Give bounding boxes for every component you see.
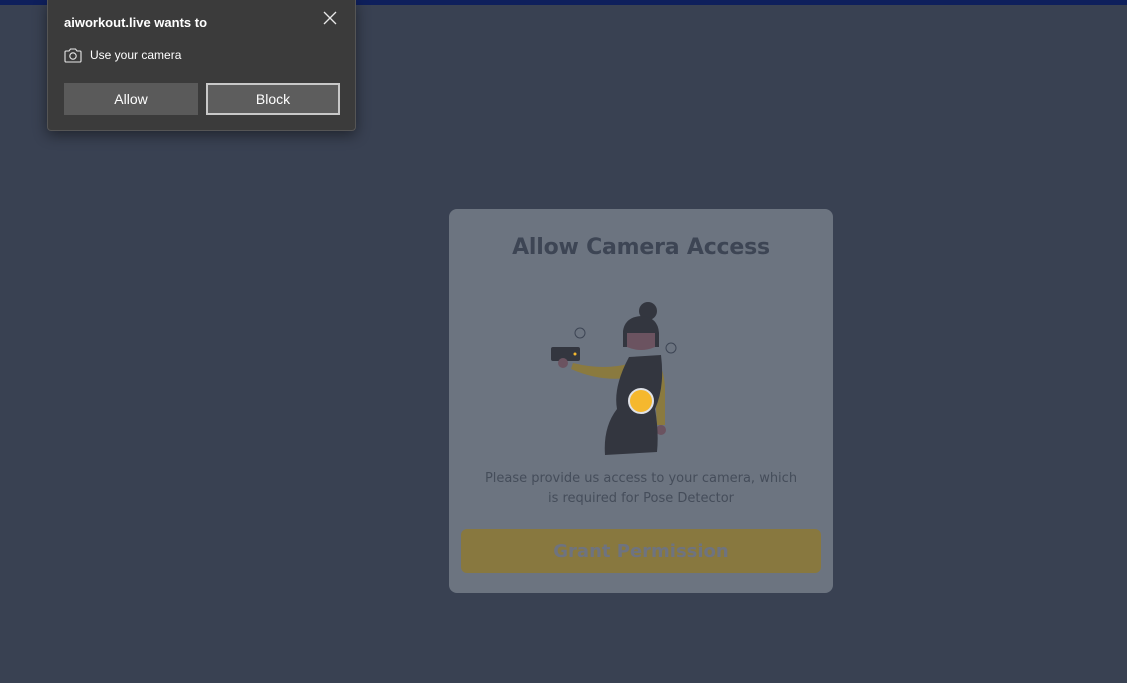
grant-permission-button[interactable]: Grant Permission xyxy=(461,529,821,573)
prompt-title: aiworkout.live wants to xyxy=(64,15,208,30)
close-icon xyxy=(323,11,337,25)
selfie-illustration xyxy=(551,302,677,455)
card-title: Allow Camera Access xyxy=(512,235,770,260)
card-description: Please provide us access to your camera,… xyxy=(484,471,798,506)
camera-icon xyxy=(64,47,82,63)
close-button[interactable] xyxy=(318,8,342,28)
allow-button[interactable]: Allow xyxy=(64,83,198,115)
camera-permission-row: Use your camera xyxy=(64,46,181,64)
camera-access-card: Allow Camera Access Please provide us ac… xyxy=(449,209,833,593)
camera-permission-prompt: aiworkout.live wants to Use your camera … xyxy=(47,0,356,131)
permission-label: Use your camera xyxy=(90,48,182,62)
block-button[interactable]: Block xyxy=(206,83,340,115)
